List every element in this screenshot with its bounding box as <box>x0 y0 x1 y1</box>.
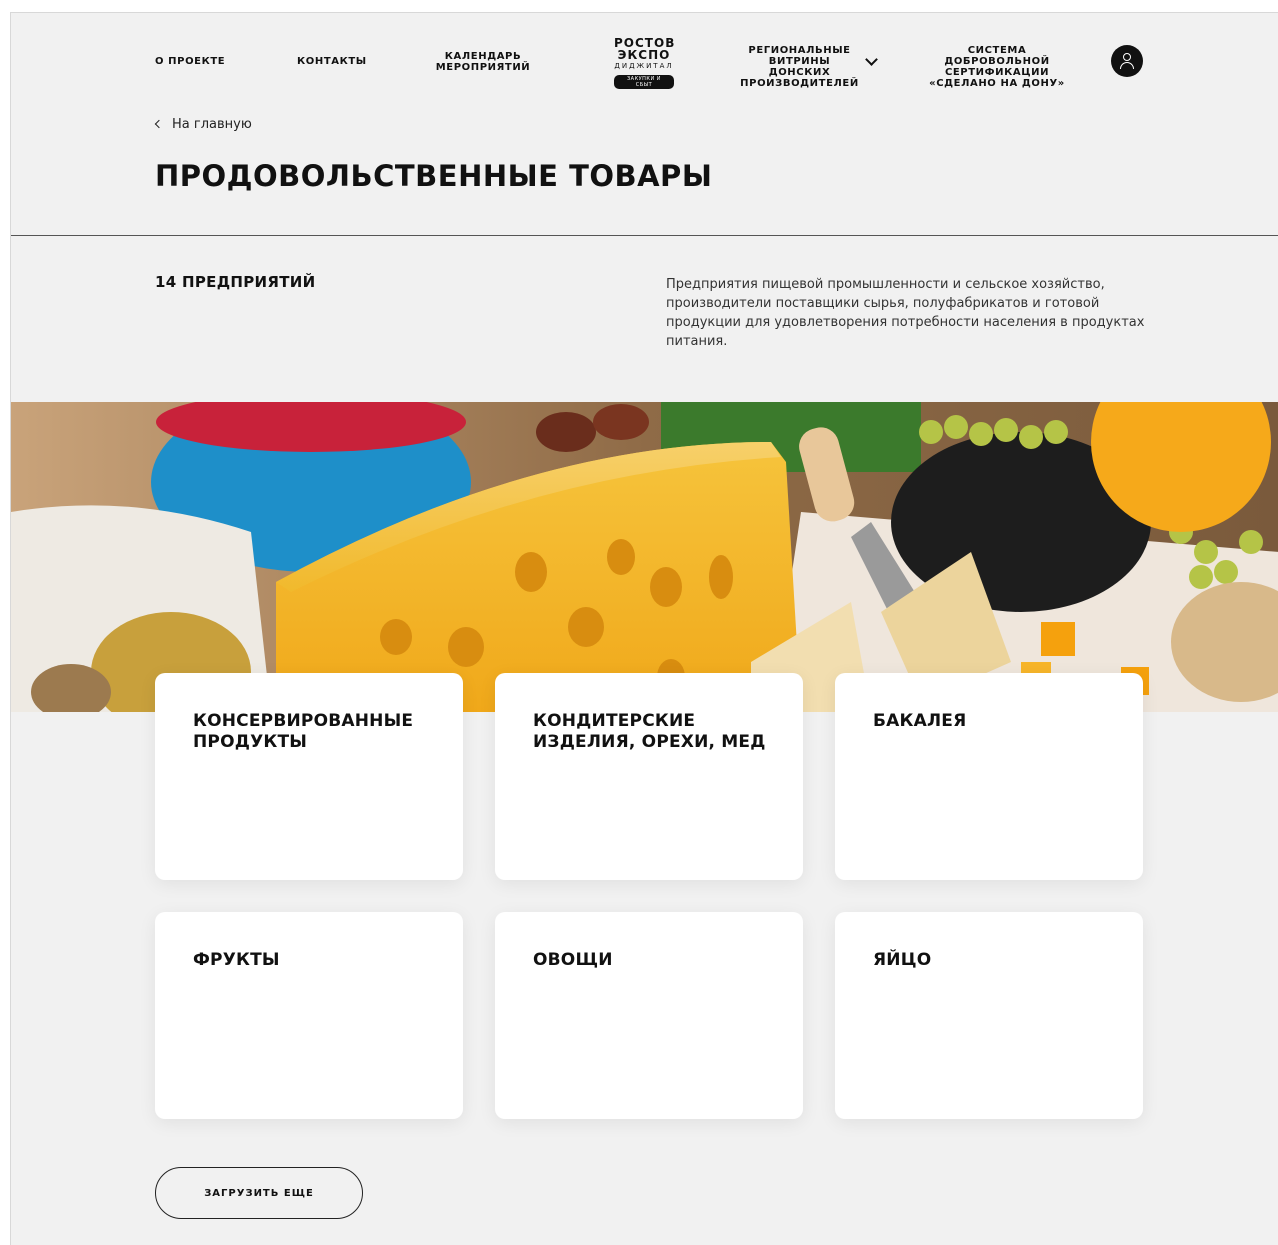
cheese-platter-image <box>11 402 1278 712</box>
main-nav: О ПРОЕКТЕ КОНТАКТЫ КАЛЕНДАРЬ МЕРОПРИЯТИЙ… <box>11 13 1278 109</box>
category-card-title: КОНДИТЕРСКИЕ ИЗДЕЛИЯ, ОРЕХИ, МЕД <box>533 711 773 753</box>
company-count: 14 ПРЕДПРИЯТИЙ <box>155 273 316 291</box>
category-title-line: ОВОЩИ <box>533 950 613 970</box>
category-card-title: ЯЙЦО <box>873 950 1113 971</box>
category-card-confectionery[interactable]: КОНДИТЕРСКИЕ ИЗДЕЛИЯ, ОРЕХИ, МЕД <box>495 673 803 880</box>
nav-calendar[interactable]: КАЛЕНДАРЬ МЕРОПРИЯТИЙ <box>435 51 531 73</box>
page: О ПРОЕКТЕ КОНТАКТЫ КАЛЕНДАРЬ МЕРОПРИЯТИЙ… <box>10 12 1278 1245</box>
category-card-title: ФРУКТЫ <box>193 950 433 971</box>
page-title: ПРОДОВОЛЬСТВЕННЫЕ ТОВАРЫ <box>155 159 713 193</box>
category-title-line: КОНСЕРВИРОВАННЫЕ <box>193 711 414 731</box>
nav-regional-line2: ВИТРИНЫ ДОНСКИХ <box>768 56 831 78</box>
category-title-line: ИЗДЕЛИЯ, ОРЕХИ, МЕД <box>533 732 766 752</box>
category-title-line: БАКАЛЕЯ <box>873 711 967 731</box>
nav-regional-showcases[interactable]: РЕГИОНАЛЬНЫЕ ВИТРИНЫ ДОНСКИХ ПРОИЗВОДИТЕ… <box>737 45 862 89</box>
chevron-down-icon[interactable] <box>865 53 878 66</box>
nav-cert-line2: СЕРТИФИКАЦИИ <box>944 67 1050 78</box>
back-link[interactable]: На главную <box>154 117 252 132</box>
user-icon-body <box>1120 62 1134 69</box>
category-card-title: ОВОЩИ <box>533 950 773 971</box>
category-description: Предприятия пищевой промышленности и сел… <box>666 277 1145 349</box>
logo-line2: ЭКСПО <box>617 48 671 62</box>
hero-image <box>11 402 1278 712</box>
category-card-fruits[interactable]: ФРУКТЫ <box>155 912 463 1119</box>
nav-certification[interactable]: СИСТЕМА ДОБРОВОЛЬНОЙ СЕРТИФИКАЦИИ «СДЕЛА… <box>913 45 1081 89</box>
category-title-line: ФРУКТЫ <box>193 950 280 970</box>
site-logo[interactable]: РОСТОВ ЭКСПО ДИДЖИТАЛ ЗАКУПКИ И СБЫТ <box>614 37 674 90</box>
category-card-vegetables[interactable]: ОВОЩИ <box>495 912 803 1119</box>
nav-contacts[interactable]: КОНТАКТЫ <box>297 56 367 67</box>
chevron-left-icon <box>154 119 164 129</box>
category-title-line: КОНДИТЕРСКИЕ <box>533 711 696 731</box>
nav-calendar-line2: МЕРОПРИЯТИЙ <box>435 62 531 73</box>
nav-cert-line3: «СДЕЛАНО НА ДОНУ» <box>929 78 1065 89</box>
nav-cert-line1: СИСТЕМА ДОБРОВОЛЬНОЙ <box>944 45 1050 67</box>
category-card-grocery[interactable]: БАКАЛЕЯ <box>835 673 1143 880</box>
nav-about[interactable]: О ПРОЕКТЕ <box>155 56 225 67</box>
load-more-button[interactable]: ЗАГРУЗИТЬ ЕЩЕ <box>155 1167 363 1219</box>
category-title-line: ПРОДУКТЫ <box>193 732 308 752</box>
back-link-label: На главную <box>172 117 252 132</box>
divider <box>11 235 1278 236</box>
category-card-title: КОНСЕРВИРОВАННЫЕ ПРОДУКТЫ <box>193 711 433 753</box>
user-icon-head <box>1123 53 1131 61</box>
user-icon[interactable] <box>1111 45 1143 77</box>
nav-calendar-line1: КАЛЕНДАРЬ <box>444 51 522 62</box>
nav-regional-line3: ПРОИЗВОДИТЕЛЕЙ <box>740 78 859 89</box>
category-card-eggs[interactable]: ЯЙЦО <box>835 912 1143 1119</box>
category-card-canned[interactable]: КОНСЕРВИРОВАННЫЕ ПРОДУКТЫ <box>155 673 463 880</box>
logo-badge: ЗАКУПКИ И СБЫТ <box>614 75 674 89</box>
category-title-line: ЯЙЦО <box>873 950 932 970</box>
category-card-title: БАКАЛЕЯ <box>873 711 1113 732</box>
nav-regional-line1: РЕГИОНАЛЬНЫЕ <box>748 45 851 56</box>
logo-line3: ДИДЖИТАЛ <box>614 62 674 70</box>
